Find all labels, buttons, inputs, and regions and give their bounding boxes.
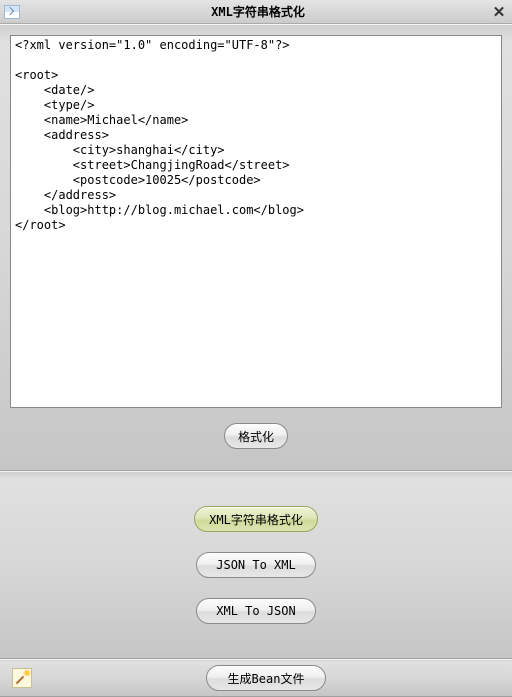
window-title: XML字符串格式化 [26, 3, 490, 20]
format-button[interactable]: 格式化 [224, 423, 288, 449]
app-icon [4, 5, 20, 19]
wand-icon[interactable] [12, 668, 32, 688]
bottom-panel: 生成Bean文件 [0, 659, 512, 697]
format-button-row: 格式化 [10, 411, 502, 449]
json-to-xml-button[interactable]: JSON To XML [196, 552, 316, 578]
close-button[interactable]: ✕ [490, 3, 508, 21]
xml-string-format-button[interactable]: XML字符串格式化 [194, 506, 318, 532]
xml-to-json-button[interactable]: XML To JSON [196, 598, 316, 624]
bottom-center: 生成Bean文件 [32, 665, 500, 691]
conversion-panel: XML字符串格式化 JSON To XML XML To JSON [0, 471, 512, 659]
titlebar: XML字符串格式化 ✕ [0, 0, 512, 24]
xml-textarea[interactable] [10, 35, 502, 408]
generate-bean-button[interactable]: 生成Bean文件 [206, 665, 326, 691]
editor-panel: 格式化 [0, 24, 512, 471]
